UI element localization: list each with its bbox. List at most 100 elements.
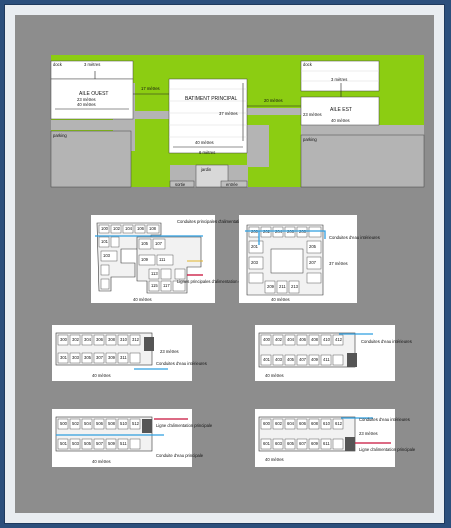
room-number: 105 xyxy=(141,241,149,246)
room-number: 205 xyxy=(309,244,317,249)
room-number: 506 xyxy=(96,421,104,426)
room-number: 408 xyxy=(311,337,319,342)
stairwell xyxy=(142,419,152,433)
room-number: 500 xyxy=(60,421,68,426)
sortie-label: sortie xyxy=(175,182,186,187)
room-number: 309 xyxy=(108,355,116,360)
room-number: 609 xyxy=(311,441,319,446)
room-number: 605 xyxy=(287,441,295,446)
room-number: 201 xyxy=(251,244,259,249)
main-building-label: BATIMENT PRINCIPAL xyxy=(185,96,237,102)
dim-gap-left: 17 mètres xyxy=(141,86,160,91)
room-number: 508 xyxy=(108,421,116,426)
dimension-label: 40 mètres xyxy=(92,459,111,464)
room-number: 611 xyxy=(323,441,330,446)
road-left xyxy=(133,111,169,119)
room-number: 301 xyxy=(60,355,68,360)
courtyard xyxy=(270,248,304,274)
dim-e-top: 3 mètres xyxy=(331,77,347,82)
site-plan: dock 3 mètres AILE OUEST 23 mètres 40 mè… xyxy=(50,55,425,188)
plans-canvas: dock 3 mètres AILE OUEST 23 mètres 40 mè… xyxy=(50,55,425,467)
room-number: 603 xyxy=(275,441,283,446)
parking-left-label: parking xyxy=(53,133,67,138)
room-number: 100 xyxy=(101,226,109,231)
room-number: 400 xyxy=(263,337,271,342)
room-number: 602 xyxy=(275,421,283,426)
room-number: 306 xyxy=(96,337,104,342)
dimension-label: 40 mètres xyxy=(265,457,284,462)
dim-main-width: 40 mètres xyxy=(195,140,214,145)
room-number: 606 xyxy=(299,421,307,426)
legend-height: 23 mètres xyxy=(359,431,378,436)
room xyxy=(306,272,322,284)
dimension-label: 40 mètres xyxy=(265,373,284,378)
room-number: 503 xyxy=(72,441,80,446)
floor-plan-6: 600 602 604 606 608 610 612 601 603 605 … xyxy=(255,409,416,467)
room-number: 107 xyxy=(155,241,163,246)
room-number: 604 xyxy=(287,421,295,426)
entree-label: entrée xyxy=(226,182,239,187)
room-number: 411 xyxy=(323,357,330,362)
room-number: 300 xyxy=(60,337,68,342)
room xyxy=(129,352,141,364)
room-number: 607 xyxy=(299,441,307,446)
room-number: 308 xyxy=(108,337,116,342)
dimension-label: 40 mètres xyxy=(271,297,290,302)
road-center-right xyxy=(247,125,269,167)
dimension-label: 40 mètres xyxy=(92,373,111,378)
room-number: 501 xyxy=(60,441,68,446)
legend-water: Conduites d'eau intérieures xyxy=(359,417,410,422)
room-number: 410 xyxy=(323,337,331,342)
room xyxy=(332,354,344,366)
dim-gap-right: 20 mètres xyxy=(264,98,283,103)
room xyxy=(100,278,110,290)
legend-height: 23 mètres xyxy=(160,349,179,354)
room-number: 502 xyxy=(72,421,80,426)
floor-plan-5: 500 502 504 506 508 510 512 501 503 505 … xyxy=(52,409,213,467)
room-number: 612 xyxy=(335,421,343,426)
room-number: 610 xyxy=(323,421,331,426)
dock-right xyxy=(300,60,380,92)
room xyxy=(100,264,110,276)
room xyxy=(129,438,141,450)
room-number: 402 xyxy=(275,337,283,342)
stairwell xyxy=(144,337,154,351)
road-east-bottom xyxy=(301,125,424,135)
room-number: 109 xyxy=(141,257,149,262)
dim-e-length: 40 mètres xyxy=(331,118,350,123)
room-number: 111 xyxy=(159,257,166,262)
room-number: 510 xyxy=(120,421,128,426)
floor-plan-1: 100 102 104 106 108 101 103 105 107 109 … xyxy=(91,215,263,303)
aile-est-label: AILE EST xyxy=(330,107,352,113)
room-number: 307 xyxy=(96,355,104,360)
parking-right-label: parking xyxy=(303,137,317,142)
room-number: 103 xyxy=(103,253,111,258)
room xyxy=(174,268,186,280)
room-number: 302 xyxy=(72,337,80,342)
dim-garden: 6 mètres xyxy=(199,150,215,155)
floor-plan-4: 400 402 404 406 408 410 412 401 403 405 … xyxy=(255,325,412,381)
room xyxy=(308,226,322,238)
room-number: 505 xyxy=(84,441,92,446)
room-number: 106 xyxy=(137,226,145,231)
room-number: 115 xyxy=(151,283,158,288)
room-number: 509 xyxy=(108,441,116,446)
room-number: 504 xyxy=(84,421,92,426)
road-right xyxy=(247,108,301,115)
dock-right-label: dock xyxy=(303,62,313,67)
legend-water: Conduites d'eau intérieures xyxy=(361,339,412,344)
legend-height: 37 mètres xyxy=(329,261,348,266)
room-number: 404 xyxy=(287,337,295,342)
room-number: 207 xyxy=(309,260,317,265)
room xyxy=(160,268,172,280)
room-number: 600 xyxy=(263,421,271,426)
room-number: 213 xyxy=(291,284,299,289)
legend-water: Conduites d'eau intérieures xyxy=(156,361,207,366)
legend-water: Conduites d'eau intérieures xyxy=(329,235,380,240)
room-number: 311 xyxy=(120,355,127,360)
room-number: 209 xyxy=(267,284,275,289)
room-number: 304 xyxy=(84,337,92,342)
room-number: 412 xyxy=(335,337,343,342)
dim-e-width: 23 mètres xyxy=(303,112,322,117)
dim-w-length: 40 mètres xyxy=(77,102,96,107)
